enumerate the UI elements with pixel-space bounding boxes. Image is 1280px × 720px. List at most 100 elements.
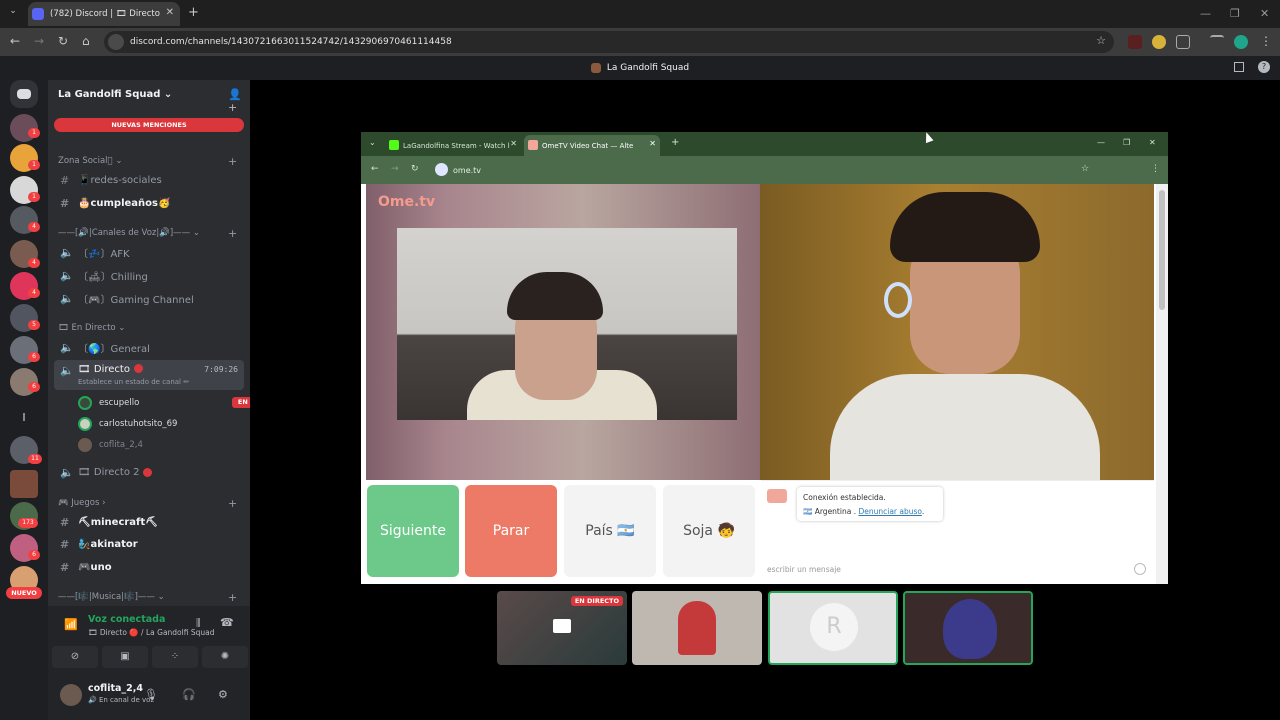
microphone-icon[interactable]: 🎙: [144, 688, 158, 701]
category-musica[interactable]: ——[🎼|Musica|🎼]—— ⌄ +: [58, 591, 237, 604]
next-button[interactable]: Siguiente: [367, 485, 459, 577]
voice-channel-directo-2[interactable]: 🔈 🎞 Directo 2: [54, 462, 244, 482]
participant-tile-speaking[interactable]: R: [768, 591, 898, 665]
profile-avatar-icon[interactable]: [1234, 35, 1248, 49]
close-window-icon[interactable]: ✕: [1260, 7, 1269, 20]
stream-tab-ometv[interactable]: OmeTV Video Chat — Alte ✕: [524, 135, 660, 156]
extensions-puzzle-icon[interactable]: [1176, 35, 1190, 49]
participant-tile-speaking[interactable]: [903, 591, 1033, 665]
category-canales-de-voz[interactable]: ——[🔊|Canales de Voz|🔊]—— ⌄ +: [58, 227, 237, 240]
channel-cumpleanos[interactable]: # 🎂cumpleaños🥳: [54, 193, 244, 213]
scrollbar-thumb[interactable]: [1159, 190, 1165, 310]
site-info-icon[interactable]: [108, 34, 124, 50]
channel-minecraft[interactable]: # ⛏minecraft⛏: [54, 512, 244, 532]
add-channel-icon[interactable]: +: [228, 155, 237, 168]
voice-status-title[interactable]: Voz conectada: [88, 614, 165, 625]
url-text: ome.tv: [453, 165, 482, 175]
tab-list-dropdown[interactable]: ⌄: [6, 6, 20, 20]
close-tab-icon[interactable]: ✕: [166, 7, 174, 18]
browser-tab-discord[interactable]: (782) Discord | 🎞 Directo ✕: [28, 2, 180, 26]
gender-button[interactable]: Soja 🧒: [663, 485, 755, 577]
current-user-name[interactable]: coflita_2,4: [88, 683, 143, 694]
mention-badge: 5: [28, 320, 40, 330]
stop-button[interactable]: Parar: [465, 485, 557, 577]
local-video: Ome.tv: [366, 184, 760, 480]
bookmark-star-icon[interactable]: ☆: [1081, 164, 1089, 174]
camera-toggle-icon[interactable]: ⊘: [52, 646, 98, 668]
activities-icon[interactable]: ⁘: [152, 646, 198, 668]
participant-tile[interactable]: [632, 591, 762, 665]
voice-user[interactable]: carlostuhotsito_69: [78, 415, 177, 433]
emoji-icon[interactable]: [1134, 563, 1146, 575]
minimize-icon[interactable]: —: [1200, 7, 1211, 20]
server-name-header[interactable]: La Gandolfi Squad ⌄: [58, 89, 172, 100]
close-tab-icon[interactable]: ✕: [649, 139, 656, 148]
add-channel-icon[interactable]: +: [228, 227, 237, 240]
channel-uno[interactable]: # 🎮uno: [54, 557, 244, 577]
message-input[interactable]: escribir un mensaje: [767, 565, 841, 574]
close-tab-icon[interactable]: ✕: [510, 139, 517, 148]
minimize-icon[interactable]: —: [1097, 138, 1105, 147]
live-dot: [133, 364, 143, 373]
add-channel-icon[interactable]: +: [228, 497, 237, 510]
chat-panel: Conexión establecida. 🇦🇷 Argentina . Den…: [761, 480, 1154, 584]
voice-channel-general[interactable]: 🔈 〔🌎〕General: [54, 337, 244, 357]
add-channel-icon[interactable]: +: [228, 591, 237, 604]
restore-icon[interactable]: ❐: [1123, 138, 1130, 147]
new-tab-button[interactable]: +: [671, 137, 679, 148]
new-tab-button[interactable]: +: [188, 5, 199, 20]
voice-channel-chilling[interactable]: 🔈 〔🛋〕Chilling: [54, 265, 244, 285]
extension-icon[interactable]: [1152, 35, 1166, 49]
stream-tab-kick[interactable]: LaGandolfina Stream - Watch l ✕: [385, 135, 521, 156]
voice-user[interactable]: escupello: [78, 394, 139, 412]
inbox-icon[interactable]: [1234, 62, 1244, 72]
channel-akinator[interactable]: # 🧞akinator: [54, 534, 244, 554]
channel-redes-sociales[interactable]: # 📱redes-sociales: [54, 170, 244, 190]
close-window-icon[interactable]: ✕: [1149, 138, 1156, 147]
voice-user[interactable]: coflita_2,4: [78, 436, 143, 454]
category-zona-social[interactable]: Zona Social🏻 ⌄ +: [58, 155, 237, 168]
category-juegos[interactable]: 🎮 Juegos › +: [58, 497, 237, 510]
server-icon[interactable]: [10, 470, 38, 498]
forward-icon[interactable]: →: [391, 164, 399, 174]
back-icon[interactable]: ←: [10, 34, 20, 48]
disconnect-icon[interactable]: ☎: [220, 616, 234, 629]
category-en-directo[interactable]: 🎞 En Directo ⌄: [58, 323, 125, 333]
tab-list-dropdown[interactable]: ⌄: [369, 138, 376, 147]
noise-suppression-icon[interactable]: ⫼: [196, 618, 201, 629]
screen-share-icon[interactable]: ▣: [102, 646, 148, 668]
voice-channel-gaming[interactable]: 🔈 〔🎮〕Gaming Channel: [54, 288, 244, 308]
server-icon[interactable]: I: [10, 404, 38, 432]
report-abuse-link[interactable]: Denunciar abuso: [858, 507, 921, 516]
avatar[interactable]: [60, 684, 82, 706]
browser-menu-icon[interactable]: ⋮: [1260, 34, 1272, 48]
participant-tile-stream[interactable]: EN DIRECTO: [497, 591, 627, 665]
voice-channel-afk[interactable]: 🔈 〔💤〕AFK: [54, 242, 244, 262]
user-name: escupello: [99, 398, 140, 408]
country-button[interactable]: País 🇦🇷: [564, 485, 656, 577]
settings-gear-icon[interactable]: ⚙: [218, 688, 228, 701]
voice-status-sub[interactable]: 🎞 Directo 🔴 / La Gandolfi Squad: [88, 628, 214, 637]
channel-status-prompt[interactable]: Establece un estado de canal ✏: [78, 378, 189, 386]
stream-address-bar[interactable]: ome.tv: [433, 160, 1033, 180]
home-icon[interactable]: ⌂: [82, 34, 90, 48]
media-controls-icon[interactable]: [1210, 35, 1224, 49]
new-mentions-banner[interactable]: NUEVAS MENCIONES: [54, 118, 244, 132]
reload-icon[interactable]: ↻: [58, 34, 68, 48]
scrollbar[interactable]: [1156, 184, 1168, 584]
invite-people-icon[interactable]: 👤+: [228, 88, 250, 114]
shared-screen[interactable]: ⌄ LaGandolfina Stream - Watch l ✕ OmeTV V…: [361, 132, 1168, 584]
bookmark-star-icon[interactable]: ☆: [1096, 34, 1106, 47]
extension-icon[interactable]: [1128, 35, 1142, 49]
headphones-icon[interactable]: 🎧: [182, 688, 196, 701]
discord-home-icon[interactable]: [10, 80, 38, 108]
help-icon[interactable]: ?: [1258, 61, 1270, 73]
back-icon[interactable]: ←: [371, 164, 379, 174]
soundboard-icon[interactable]: ✺: [202, 646, 248, 668]
browser-menu-icon[interactable]: ⋮: [1151, 164, 1160, 174]
address-bar[interactable]: discord.com/channels/1430721663011524742…: [104, 31, 1114, 53]
restore-icon[interactable]: ❐: [1230, 7, 1240, 20]
forward-icon[interactable]: →: [34, 34, 44, 48]
voice-channel-directo[interactable]: 🔈 🎞 Directo 7:09:26 Establece un estado d…: [54, 360, 244, 390]
reload-icon[interactable]: ↻: [411, 164, 419, 174]
